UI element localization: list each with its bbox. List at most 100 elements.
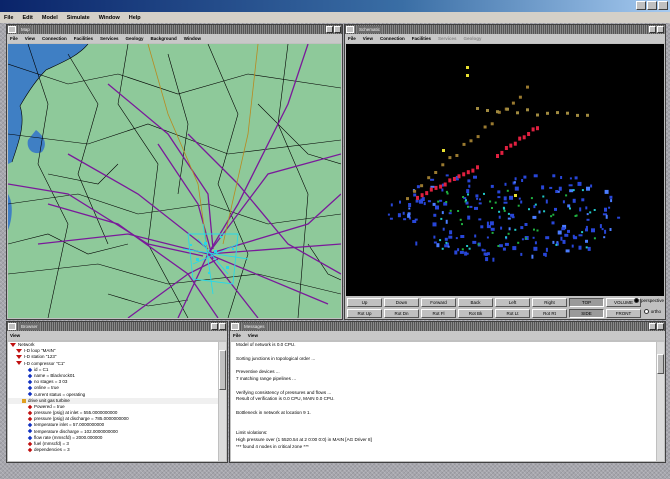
schematic-node[interactable] — [534, 203, 537, 206]
menu-simulate[interactable]: Simulate — [67, 15, 90, 21]
schematic-node[interactable] — [408, 207, 411, 210]
schematic-node[interactable] — [503, 201, 508, 204]
schematic-node[interactable] — [549, 186, 553, 189]
minimize-icon[interactable] — [649, 323, 656, 330]
browser-window-titlebar[interactable]: Browser — [7, 322, 227, 331]
schematic-node[interactable] — [479, 198, 481, 201]
schematic-node[interactable] — [578, 234, 583, 237]
schematic-node[interactable] — [486, 109, 489, 112]
schematic-node[interactable] — [496, 110, 499, 114]
schematic-node[interactable] — [446, 192, 449, 195]
rotate-left-button[interactable]: Rot Lt — [495, 309, 530, 318]
schematic-node[interactable] — [432, 202, 436, 206]
schematic-node[interactable] — [468, 247, 471, 250]
schematic-node[interactable] — [440, 217, 443, 220]
schematic-node[interactable] — [531, 254, 534, 259]
schematic-node[interactable] — [518, 136, 522, 141]
schematic-node[interactable] — [530, 197, 533, 200]
network-tree[interactable]: Network I-D loop "MAIN" I-D station "123" I… — [8, 342, 218, 461]
schematic-node[interactable] — [415, 199, 419, 203]
schematic-node[interactable] — [509, 195, 513, 200]
minimize-icon[interactable] — [326, 26, 333, 33]
schematic-node[interactable] — [550, 215, 553, 218]
schematic-node[interactable] — [490, 122, 494, 126]
schematic-node[interactable] — [498, 210, 501, 213]
schematic-node[interactable] — [569, 189, 574, 193]
expand-arrow-icon[interactable] — [16, 349, 22, 353]
schematic-node[interactable] — [421, 197, 425, 202]
schematic-node[interactable] — [503, 196, 507, 201]
schematic-node[interactable] — [557, 190, 560, 193]
browser-menu-view[interactable]: View — [10, 333, 20, 338]
schematic-node[interactable] — [454, 250, 458, 255]
schematic-node[interactable] — [560, 236, 563, 241]
window-menu-icon[interactable] — [8, 323, 16, 330]
schematic-menu-view[interactable]: View — [363, 36, 373, 41]
schematic-node[interactable] — [609, 228, 612, 231]
view-left-button[interactable]: Left — [495, 298, 530, 307]
rotate-down-button[interactable]: Rot Dn — [384, 309, 419, 318]
schematic-node[interactable] — [500, 226, 503, 230]
schematic-node[interactable] — [571, 244, 574, 248]
schematic-node[interactable] — [466, 74, 469, 77]
schematic-node[interactable] — [526, 108, 529, 112]
schematic-node[interactable] — [586, 213, 589, 216]
map-window-titlebar[interactable]: Map — [7, 25, 342, 34]
minimize-icon[interactable] — [211, 323, 218, 330]
schematic-node[interactable] — [545, 199, 548, 204]
schematic-node[interactable] — [483, 252, 487, 256]
schematic-node[interactable] — [506, 189, 509, 192]
schematic-node[interactable] — [581, 189, 584, 192]
schematic-node[interactable] — [412, 220, 417, 223]
schematic-node[interactable] — [430, 178, 435, 181]
view-back-button[interactable]: Back — [458, 298, 493, 307]
messages-window-titlebar[interactable]: Messages — [230, 322, 665, 331]
schematic-node[interactable] — [483, 125, 487, 129]
schematic-node[interactable] — [445, 174, 449, 177]
schematic-node[interactable] — [536, 229, 539, 232]
schematic-node[interactable] — [441, 163, 445, 167]
schematic-node[interactable] — [476, 197, 479, 200]
schematic-node[interactable] — [448, 235, 453, 239]
schematic-node[interactable] — [442, 227, 445, 231]
map-menu-window[interactable]: Window — [184, 36, 201, 41]
schematic-node[interactable] — [430, 185, 435, 188]
menu-model[interactable]: Model — [42, 15, 58, 21]
tree-scrollbar[interactable] — [219, 342, 226, 461]
schematic-node[interactable] — [534, 241, 537, 245]
schematic-node[interactable] — [425, 191, 429, 196]
schematic-node[interactable] — [445, 201, 448, 203]
view-right-button[interactable]: Right — [532, 298, 567, 307]
schematic-node[interactable] — [439, 199, 443, 202]
schematic-node[interactable] — [542, 195, 545, 198]
schematic-node[interactable] — [522, 135, 526, 140]
map-menu-services[interactable]: Services — [100, 36, 119, 41]
view-front-button[interactable]: FRONT — [606, 309, 641, 318]
maximize-icon[interactable] — [647, 1, 657, 10]
schematic-node[interactable] — [578, 245, 582, 250]
schematic-node[interactable] — [420, 184, 424, 188]
schematic-node[interactable] — [593, 237, 596, 240]
schematic-node[interactable] — [457, 248, 460, 252]
schematic-node[interactable] — [475, 194, 479, 198]
rotate-forward-button[interactable]: Rot Fl — [421, 309, 456, 318]
schematic-node[interactable] — [474, 206, 478, 210]
messages-menu-file[interactable]: File — [233, 333, 241, 338]
schematic-node[interactable] — [509, 143, 513, 148]
schematic-node[interactable] — [605, 214, 608, 219]
schematic-node[interactable] — [552, 240, 555, 244]
schematic-node[interactable] — [513, 141, 517, 146]
messages-scrollbar[interactable] — [657, 342, 664, 461]
schematic-node[interactable] — [413, 189, 417, 193]
schematic-node[interactable] — [556, 111, 559, 115]
schematic-node[interactable] — [390, 203, 393, 207]
schematic-node[interactable] — [441, 211, 444, 215]
schematic-node[interactable] — [416, 185, 420, 189]
schematic-node[interactable] — [442, 149, 445, 152]
schematic-node[interactable] — [448, 178, 452, 183]
schematic-node[interactable] — [429, 187, 433, 192]
schematic-node[interactable] — [599, 224, 602, 229]
schematic-node[interactable] — [532, 215, 537, 219]
schematic-node[interactable] — [497, 190, 501, 194]
schematic-node[interactable] — [399, 200, 401, 204]
